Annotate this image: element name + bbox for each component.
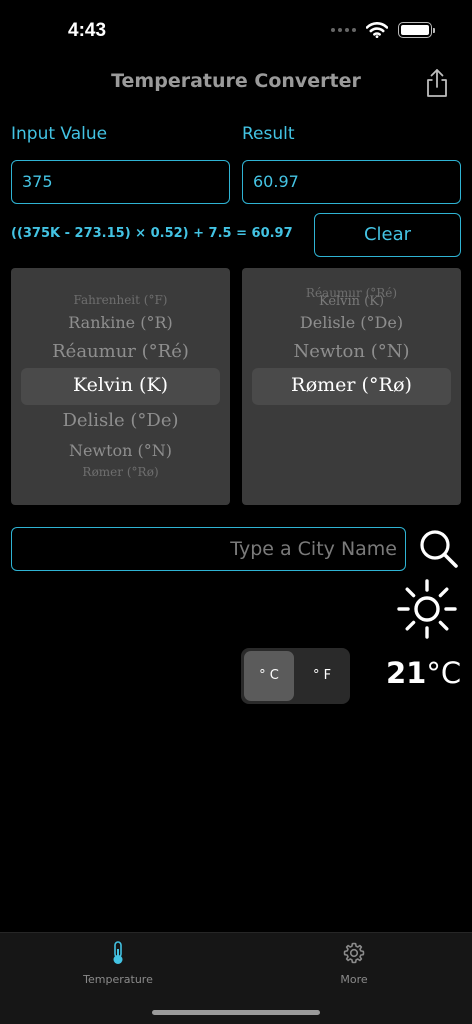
result-label: Result bbox=[242, 124, 295, 144]
search-icon bbox=[420, 530, 458, 568]
tab-temperature[interactable]: Temperature bbox=[58, 941, 178, 986]
picker-item-selected[interactable]: Rømer (°Rø) bbox=[242, 374, 461, 396]
share-icon bbox=[427, 69, 447, 97]
fahrenheit-option[interactable]: ° F bbox=[297, 651, 347, 701]
result-field[interactable]: 60.97 bbox=[242, 160, 461, 204]
home-indicator bbox=[152, 1010, 320, 1015]
picker-item[interactable]: Newton (°N) bbox=[242, 341, 461, 362]
gear-icon bbox=[343, 942, 365, 964]
current-temperature: 21 °C bbox=[386, 656, 461, 690]
input-value-label: Input Value bbox=[11, 124, 108, 144]
picker-item[interactable]: Delisle (°De) bbox=[242, 313, 461, 332]
status-icons bbox=[331, 22, 435, 38]
picker-item[interactable]: Rømer (°Rø) bbox=[11, 465, 230, 479]
tab-label: Temperature bbox=[83, 973, 153, 986]
battery-icon bbox=[398, 22, 435, 38]
picker-item-selected[interactable]: Kelvin (K) bbox=[11, 374, 230, 396]
thermometer-icon bbox=[113, 941, 123, 964]
picker-item[interactable]: Réaumur (°Ré) bbox=[11, 341, 230, 362]
picker-item[interactable]: Rankine (°R) bbox=[11, 313, 230, 332]
clear-button[interactable]: Clear bbox=[314, 213, 461, 257]
sun-icon bbox=[397, 579, 457, 639]
temperature-unit: °C bbox=[426, 656, 462, 690]
celsius-option[interactable]: ° C bbox=[244, 651, 294, 701]
to-unit-picker[interactable]: Réaumur (°Ré) Kelvin (K) Delisle (°De) N… bbox=[242, 268, 461, 505]
tab-label: More bbox=[340, 973, 368, 986]
tab-more[interactable]: More bbox=[294, 941, 414, 986]
picker-item[interactable]: Newton (°N) bbox=[11, 441, 230, 460]
temperature-unit-toggle[interactable]: ° C ° F bbox=[241, 648, 350, 704]
city-name-input[interactable] bbox=[11, 527, 406, 571]
cellular-signal-icon bbox=[331, 28, 356, 32]
share-button[interactable] bbox=[424, 68, 450, 98]
picker-item[interactable]: Delisle (°De) bbox=[11, 410, 230, 431]
temperature-value: 21 bbox=[386, 656, 427, 690]
search-button[interactable] bbox=[418, 528, 460, 570]
status-time: 4:43 bbox=[68, 20, 107, 41]
input-value-field[interactable]: 375 bbox=[11, 160, 230, 204]
from-unit-picker[interactable]: Fahrenheit (°F) Rankine (°R) Réaumur (°R… bbox=[11, 268, 230, 505]
tab-bar: Temperature More bbox=[0, 932, 472, 1024]
page-title: Temperature Converter bbox=[111, 70, 361, 92]
picker-item[interactable]: Fahrenheit (°F) bbox=[11, 293, 230, 307]
wifi-icon bbox=[366, 22, 388, 38]
picker-item[interactable]: Kelvin (K) bbox=[242, 294, 461, 309]
conversion-formula: ((375K - 273.15) × 0.52) + 7.5 = 60.97 bbox=[11, 226, 293, 241]
status-bar: 4:43 bbox=[0, 0, 472, 60]
